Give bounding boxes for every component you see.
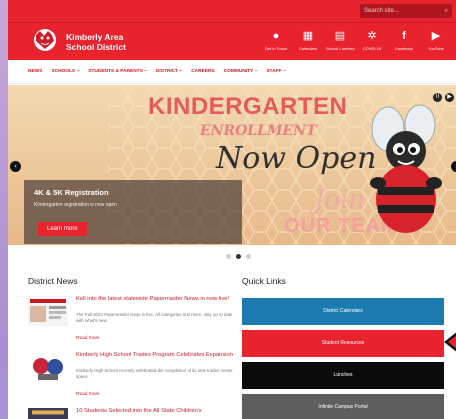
hero-now-open-text: Now Open — [216, 141, 377, 176]
quick-icon-label: School Lunches — [326, 46, 355, 51]
top-search-strip: Search site... ⌕ — [8, 0, 456, 22]
quick-icon-label: Facebook — [395, 46, 413, 51]
quick-icon-covid[interactable]: ✲ COVID-19 — [358, 29, 386, 51]
quick-links-title: Quick Links — [242, 276, 286, 286]
news-item: Kell into the latest statewide Papermast… — [28, 296, 238, 344]
caption-title: 4K & 5K Registration — [34, 188, 109, 197]
quick-icon-label: YouTube — [428, 46, 444, 51]
quick-link-infinite-campus[interactable]: Infinite Campus Portal — [242, 394, 444, 419]
hero-caption: 4K & 5K Registration Kindergarten regist… — [24, 180, 242, 244]
hero-carousel[interactable]: KINDERGARTEN ENROLLMENT Now Open Join OU… — [8, 85, 456, 245]
search-input[interactable]: Search site... ⌕ — [360, 4, 452, 18]
quick-icon-label: Get in Touch — [264, 46, 288, 51]
nav-item-staff[interactable]: Staff ~ — [266, 69, 285, 74]
quick-icon-calendars[interactable]: ▦ Calendars — [294, 29, 322, 51]
nav-item-news[interactable]: News — [28, 69, 42, 74]
news-thumbnail[interactable] — [28, 352, 68, 382]
news-item: Kimberly High School Trades Program Cele… — [28, 352, 238, 400]
youtube-icon: ▶ — [431, 30, 441, 42]
read-more-link[interactable]: Read more — [76, 336, 100, 341]
hero-enrollment-text: ENROLLMENT — [200, 123, 317, 139]
news-headline[interactable]: Kell into the latest statewide Papermast… — [76, 296, 238, 303]
hero-kindergarten-text: KINDERGARTEN — [148, 93, 348, 120]
news-item: 10 Students Selected into the All State … — [28, 408, 238, 419]
quick-icon-get-in-touch[interactable]: ● Get in Touch — [262, 29, 290, 51]
carousel-dot[interactable] — [246, 254, 251, 259]
bee-mascot-illustration — [370, 104, 442, 233]
carousel-next-arrow[interactable]: › — [451, 161, 456, 172]
nav-item-students-parents[interactable]: Students & Parents ~ — [88, 69, 147, 74]
nav-item-schools[interactable]: Schools ~ — [51, 69, 79, 74]
nav-item-district[interactable]: District ~ — [156, 69, 182, 74]
header-quick-icons: ● Get in Touch ▦ Calendars ▤ School Lunc… — [262, 29, 450, 51]
district-news-title: District News — [28, 276, 78, 286]
quick-icon-label: COVID-19 — [362, 46, 382, 51]
quick-icon-youtube[interactable]: ▶ YouTube — [422, 29, 450, 51]
quick-icon-facebook[interactable]: f Facebook — [390, 29, 418, 51]
district-logo[interactable] — [30, 27, 60, 53]
carousel-dots — [226, 254, 251, 259]
browser-page: Search site... ⌕ Kimberly Area School Di… — [8, 0, 456, 419]
carousel-pause-button[interactable]: II — [433, 93, 442, 102]
read-more-link[interactable]: Read more — [76, 392, 100, 397]
news-excerpt: Kimberly High School recently celebrated… — [76, 368, 233, 379]
main-nav: News Schools ~ Students & Parents ~ Dist… — [8, 60, 456, 84]
learn-more-button[interactable]: Learn more — [38, 222, 87, 236]
carousel-play-button[interactable]: ▶ — [445, 93, 454, 102]
brand-line-2: School District — [66, 42, 126, 52]
news-excerpt: The Fall 2022 Papermaster issue is live.… — [76, 312, 233, 323]
carousel-dot-active[interactable] — [236, 254, 241, 259]
brand-line-1: Kimberly Area — [66, 32, 124, 42]
search-icon[interactable]: ⌕ — [445, 8, 448, 15]
carousel-prev-arrow[interactable]: ‹ — [10, 161, 21, 172]
quick-icon-label: Calendars — [298, 46, 318, 51]
quick-link-lunches[interactable]: Lunches — [242, 362, 444, 389]
quick-icon-lunches[interactable]: ▤ School Lunches — [326, 29, 354, 51]
nav-item-careers[interactable]: Careers — [191, 69, 214, 74]
quick-link-district-calendars[interactable]: District Calendars — [242, 298, 444, 325]
virus-icon: ✲ — [367, 30, 377, 42]
news-thumbnail[interactable] — [28, 408, 68, 419]
district-name[interactable]: Kimberly Area School District — [66, 32, 126, 52]
carousel-dot[interactable] — [226, 254, 231, 259]
caption-subtitle: Kindergarten registration is now open — [34, 202, 117, 208]
news-icon: ▤ — [334, 30, 346, 42]
facebook-icon: f — [402, 30, 406, 42]
chat-icon: ● — [272, 30, 280, 42]
site-header: Kimberly Area School District ● Get in T… — [8, 22, 456, 60]
calendar-icon: ▦ — [302, 30, 314, 42]
search-placeholder: Search site... — [364, 8, 400, 14]
news-thumbnail[interactable] — [28, 296, 68, 326]
news-headline[interactable]: 10 Students Selected into the All State … — [76, 408, 238, 415]
news-headline[interactable]: Kimberly High School Trades Program Cele… — [76, 352, 238, 359]
nav-item-community[interactable]: Community ~ — [224, 69, 258, 74]
quick-link-student-resources[interactable]: Student Resources — [242, 330, 444, 357]
pointer-arrow-fill — [448, 335, 456, 349]
